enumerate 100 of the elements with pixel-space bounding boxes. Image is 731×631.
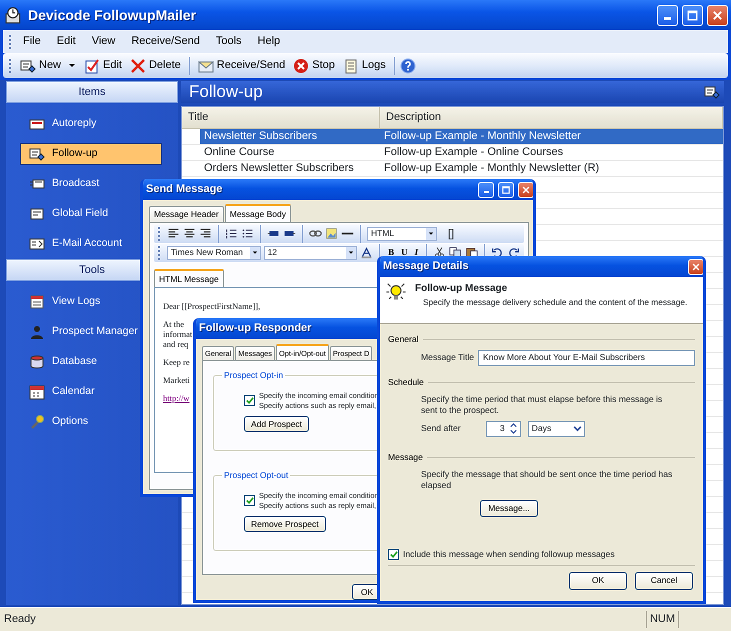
sidebar-item[interactable]: E-Mail Account [20,233,128,255]
maximize-button[interactable] [682,4,703,26]
sidebar-item[interactable]: Broadcast [20,173,104,195]
section-label: Schedule [388,376,424,389]
body-text: Dear [[ProspectFirstName]], [163,300,260,310]
align-left-icon[interactable] [167,227,180,240]
menu-item[interactable]: Tools [208,32,250,51]
spin-field[interactable]: 3 [486,420,521,437]
menu-item[interactable]: Edit [48,32,84,51]
checkbox[interactable] [244,495,255,506]
notepad-icon [342,58,359,74]
format-button[interactable]: I [412,246,420,260]
action-button[interactable]: Add Prospect [244,416,310,432]
checkbox[interactable] [244,395,255,406]
stop-icon [293,58,310,74]
dialog-button[interactable]: Cancel [635,572,693,590]
close-button[interactable] [688,258,703,274]
column-header[interactable]: Description [380,107,723,128]
new-document-icon [20,58,36,74]
description-text: Specify the message that should be sent once the time period has elapsed [420,468,674,491]
unit-dropdown[interactable]: Days [528,420,585,437]
body-text: informat [163,328,192,338]
delete-icon [130,58,146,74]
app-icon [5,6,23,24]
tab[interactable]: Message Header [149,206,224,222]
checklist-icon [84,58,100,74]
minimize-button[interactable] [657,4,678,26]
document-icon [29,206,45,222]
calendar-icon [29,384,45,400]
column-header[interactable]: Title [182,107,380,128]
sidebar-item[interactable]: View Logs [20,291,106,313]
description-text: Specify the time period that must elapse before this message is sent to the prospect. [420,392,664,416]
menu-item[interactable]: View [84,32,124,51]
toolbar-button[interactable]: Receive/Send [194,55,288,76]
section-label: Message [388,450,423,464]
table-cell[interactable]: Online Course [200,145,380,160]
caret-icon [252,250,258,256]
dialog-title: Message Details [383,259,469,274]
align-right-icon[interactable] [199,227,212,240]
toolbar-button[interactable]: Stop [290,55,338,76]
table-cell[interactable]: Follow-up Example - Monthly Newsletter (R) [380,161,723,176]
toolbar-button[interactable]: New [17,55,80,76]
message-button[interactable]: Message... [480,500,538,517]
link[interactable]: http://w [163,392,190,402]
tab[interactable]: Message Body [224,204,291,222]
dialog-heading: Follow-up Message [415,282,508,296]
sidebar-item[interactable]: Options [20,411,94,433]
format-button[interactable]: U [399,246,410,260]
spinner-arrows-icon[interactable] [508,423,519,434]
dialog-subheading: Specify the message delivery schedule and the content of the message. [422,296,688,308]
body-text: Keep re [163,356,190,366]
format-button[interactable]: B [386,246,396,260]
minimize-button[interactable] [478,182,494,198]
window-title: Devicode FollowupMailer [28,6,198,25]
sidebar-item[interactable]: Follow-up [20,143,162,165]
maximize-button[interactable] [498,182,514,198]
table-cell[interactable]: Newsletter Subscribers [200,129,380,144]
sidebar-item[interactable]: Database [20,351,102,373]
status-text: Ready [4,612,36,628]
close-button[interactable] [707,4,728,26]
body-text: Marketi [163,374,190,384]
text-field[interactable]: Know More About Your E-Mail Subscribers [478,350,695,366]
maximize-icon [501,184,511,194]
brackets-button[interactable]: [] [448,226,454,242]
document-icon [29,294,45,310]
align-center-icon[interactable] [183,227,196,240]
font-dropdown[interactable]: Times New Roman [166,246,261,260]
table-cell[interactable]: Follow-up Example - Monthly Newsletter [380,129,723,144]
action-button[interactable]: Remove Prospect [244,516,326,532]
body-text: and req [163,338,188,348]
close-icon [711,8,724,22]
dialog-button[interactable]: OK [569,572,627,590]
sidebar-item[interactable]: Calendar [20,381,100,403]
numbered-list-icon[interactable] [225,227,238,240]
checkbox[interactable] [388,548,399,560]
text-color-icon[interactable] [360,246,374,260]
table-cell[interactable]: Orders Newsletter Subscribers [200,161,380,176]
sidebar-item[interactable]: Global Field [20,203,114,225]
menu-item[interactable]: Receive/Send [123,32,208,51]
close-icon [691,262,701,272]
tab[interactable]: HTML Message [154,268,224,286]
menu-item[interactable]: File [15,32,49,51]
bullet-list-icon[interactable] [241,227,254,240]
sidebar-item[interactable]: Prospect Manager [20,321,143,343]
menu-item[interactable]: Help [250,32,288,51]
person-icon [29,324,45,340]
table-cell[interactable]: Follow-up Example - Online Courses [380,145,723,160]
body-text: At the [163,318,184,328]
toolbar-button[interactable]: Edit [81,55,125,76]
status-panel: NUM [646,611,679,628]
new-document-icon [704,84,720,100]
maximize-icon [686,8,699,22]
format-dropdown[interactable]: HTML [367,226,437,241]
help-icon[interactable] [400,58,416,74]
close-button[interactable] [518,182,533,198]
size-dropdown[interactable]: 12 [264,246,358,260]
sidebar-item[interactable]: Autoreply [20,113,102,135]
toolbar-button[interactable]: Delete [126,55,184,76]
dialog-title: Follow-up Responder [199,321,312,336]
toolbar-button[interactable]: Logs [340,55,389,76]
